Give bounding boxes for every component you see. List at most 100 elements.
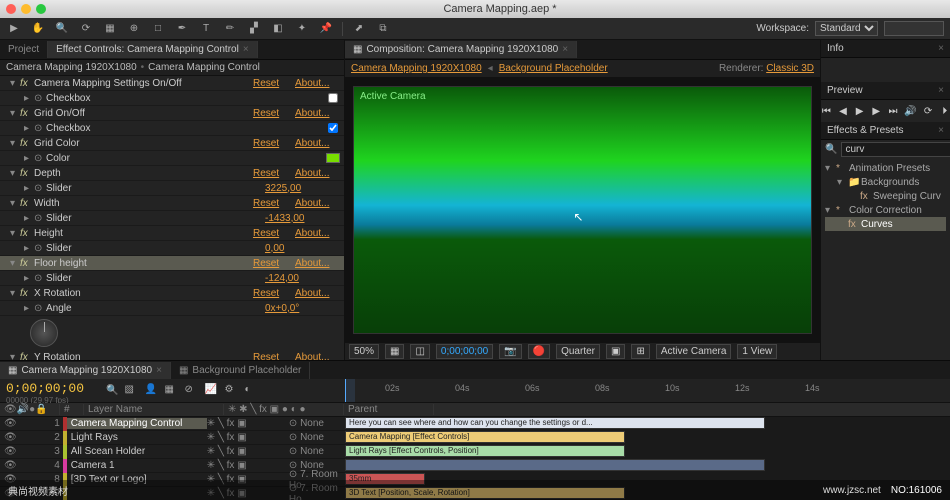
twirl-icon[interactable]: ▸	[24, 183, 34, 194]
renderer-value[interactable]: Classic 3D	[766, 63, 814, 74]
timecode-display[interactable]: 0;00;00;00	[436, 344, 493, 359]
workspace-dropdown[interactable]: Standard	[815, 21, 878, 36]
effect-group-row[interactable]: ▾fxFloor heightResetAbout...	[0, 256, 344, 271]
next-frame-icon[interactable]: ▶	[871, 104, 882, 118]
close-panel-icon[interactable]: ×	[938, 125, 944, 136]
selection-tool-icon[interactable]: ▶	[6, 21, 22, 37]
solo-icon[interactable]	[28, 432, 38, 443]
toggle-mask-icon[interactable]: ◫	[410, 344, 429, 359]
timeline-tab-a[interactable]: ▦ Camera Mapping 1920X1080 ×	[0, 362, 171, 379]
checkbox-input[interactable]	[326, 93, 340, 103]
layer-duration-bar[interactable]: Light Rays [Effect Controls, Position]	[345, 445, 625, 457]
twirl-icon[interactable]: ▸	[24, 243, 34, 254]
ram-preview-icon[interactable]: ⏵	[939, 104, 950, 118]
layer-switches[interactable]: ✳ ╲ fx ▣	[207, 418, 285, 429]
parent-dropdown[interactable]: ⊙ None	[285, 418, 345, 429]
composition-canvas[interactable]: Active Camera ↖	[353, 86, 812, 334]
layer-name[interactable]: All Scean Holder	[67, 446, 207, 457]
lock-icon[interactable]	[40, 446, 50, 457]
layer-name[interactable]: Light Rays	[67, 432, 207, 443]
zoom-dropdown[interactable]: 50%	[349, 344, 379, 359]
fx-badge-icon[interactable]: fx	[20, 258, 34, 269]
layer-duration-bar[interactable]: Camera Mapping [Effect Controls]	[345, 431, 625, 443]
shape-tool-icon[interactable]: □	[150, 21, 166, 37]
preset-tree-item[interactable]: ▾*Color Correction	[825, 203, 946, 217]
layer-name[interactable]: Camera 1	[67, 460, 207, 471]
layer-row[interactable]: 👁2Light Rays✳ ╲ fx ▣⊙ None	[0, 431, 345, 445]
pan-behind-tool-icon[interactable]: ⊕	[126, 21, 142, 37]
eye-icon[interactable]: 👁	[4, 418, 14, 429]
checkbox-input[interactable]	[326, 123, 340, 133]
angle-dial[interactable]	[30, 319, 58, 347]
loop-icon[interactable]: ⟳	[923, 104, 934, 118]
about-link[interactable]: About...	[295, 288, 340, 299]
twirl-icon[interactable]: ▾	[10, 108, 20, 119]
shy-icon[interactable]: 👤	[144, 384, 158, 398]
audio-icon[interactable]: 🔊	[904, 104, 916, 118]
fx-badge-icon[interactable]: fx	[20, 168, 34, 179]
about-link[interactable]: About...	[295, 168, 340, 179]
twirl-icon[interactable]: ▾	[837, 177, 845, 188]
axis-mode-icon[interactable]: ⬈	[351, 21, 367, 37]
snapping-icon[interactable]: ⧉	[375, 21, 391, 37]
twirl-icon[interactable]: ▾	[10, 138, 20, 149]
timeline-tab-b[interactable]: ▦ Background Placeholder	[171, 362, 310, 379]
twirl-icon[interactable]: ▸	[24, 93, 34, 104]
fx-badge-icon[interactable]: fx	[20, 108, 34, 119]
current-time-indicator[interactable]	[345, 379, 355, 402]
graph-editor-icon[interactable]: 📈	[204, 384, 218, 398]
prop-value[interactable]: -1433,00	[265, 213, 340, 224]
effect-prop-row[interactable]: ▸⊙Slider0,00	[0, 241, 344, 256]
layer-row[interactable]: 👁1Camera Mapping Control✳ ╲ fx ▣⊙ None	[0, 417, 345, 431]
twirl-icon[interactable]: ▾	[10, 352, 20, 361]
brainstorm-icon[interactable]: ⚙	[224, 384, 238, 398]
effect-prop-row[interactable]: ▸⊙Checkbox	[0, 121, 344, 136]
twirl-icon[interactable]: ▾	[10, 228, 20, 239]
effects-presets-head[interactable]: Effects & Presets ×	[821, 122, 950, 140]
twirl-icon[interactable]: ▾	[825, 205, 833, 216]
current-timecode[interactable]: 0;00;00;00	[6, 381, 94, 396]
brush-tool-icon[interactable]: ✏	[222, 21, 238, 37]
effect-group-row[interactable]: ▾fxGrid ColorResetAbout...	[0, 136, 344, 151]
close-tab-icon[interactable]: ×	[243, 44, 249, 55]
play-icon[interactable]: ▶	[854, 104, 865, 118]
close-panel-icon[interactable]: ×	[938, 43, 944, 54]
clone-tool-icon[interactable]: ▞	[246, 21, 262, 37]
twirl-icon[interactable]: ▸	[24, 213, 34, 224]
eye-icon[interactable]: 👁	[4, 460, 14, 471]
solo-icon[interactable]	[28, 460, 38, 471]
reset-link[interactable]: Reset	[253, 198, 295, 209]
effect-group-row[interactable]: ▾fxCamera Mapping Settings On/OffResetAb…	[0, 76, 344, 91]
effect-group-row[interactable]: ▾fxX RotationResetAbout...	[0, 286, 344, 301]
about-link[interactable]: About...	[295, 78, 340, 89]
preview-panel-head[interactable]: Preview ×	[821, 82, 950, 100]
about-link[interactable]: About...	[295, 352, 340, 361]
hand-tool-icon[interactable]: ✋	[30, 21, 46, 37]
reset-link[interactable]: Reset	[253, 352, 295, 361]
time-ruler[interactable]: 02s04s06s08s10s12s14s	[345, 379, 950, 402]
camera-dropdown[interactable]: Active Camera	[656, 344, 732, 359]
solo-icon[interactable]	[28, 446, 38, 457]
about-link[interactable]: About...	[295, 198, 340, 209]
prev-frame-icon[interactable]: ◀	[838, 104, 849, 118]
effect-prop-row[interactable]: ▸⊙Angle0x+0,0°	[0, 301, 344, 316]
parent-dropdown[interactable]: ⊙ None	[285, 432, 345, 443]
speaker-icon[interactable]	[16, 446, 26, 457]
layer-name[interactable]: Camera Mapping Control	[67, 418, 207, 429]
resolution-dropdown[interactable]: Quarter	[556, 344, 600, 359]
preset-tree-item[interactable]: fxCurves	[825, 217, 946, 231]
tab-effect-controls[interactable]: Effect Controls: Camera Mapping Control …	[48, 41, 258, 58]
reset-link[interactable]: Reset	[253, 228, 295, 239]
parent-dropdown[interactable]: ⊙ None	[285, 446, 345, 457]
stopwatch-icon[interactable]: ⊙	[34, 243, 46, 254]
stopwatch-icon[interactable]: ⊙	[34, 153, 46, 164]
layer-duration-bar[interactable]	[345, 459, 765, 471]
puppet-tool-icon[interactable]: 📌	[318, 21, 334, 37]
twirl-icon[interactable]: ▸	[24, 153, 34, 164]
twirl-icon[interactable]: ▾	[10, 78, 20, 89]
reset-link[interactable]: Reset	[253, 108, 295, 119]
effect-prop-row[interactable]: ▸⊙Color	[0, 151, 344, 166]
fx-badge-icon[interactable]: fx	[20, 78, 34, 89]
twirl-icon[interactable]: ▸	[24, 273, 34, 284]
preset-tree-item[interactable]: ▾*Animation Presets	[825, 161, 946, 175]
